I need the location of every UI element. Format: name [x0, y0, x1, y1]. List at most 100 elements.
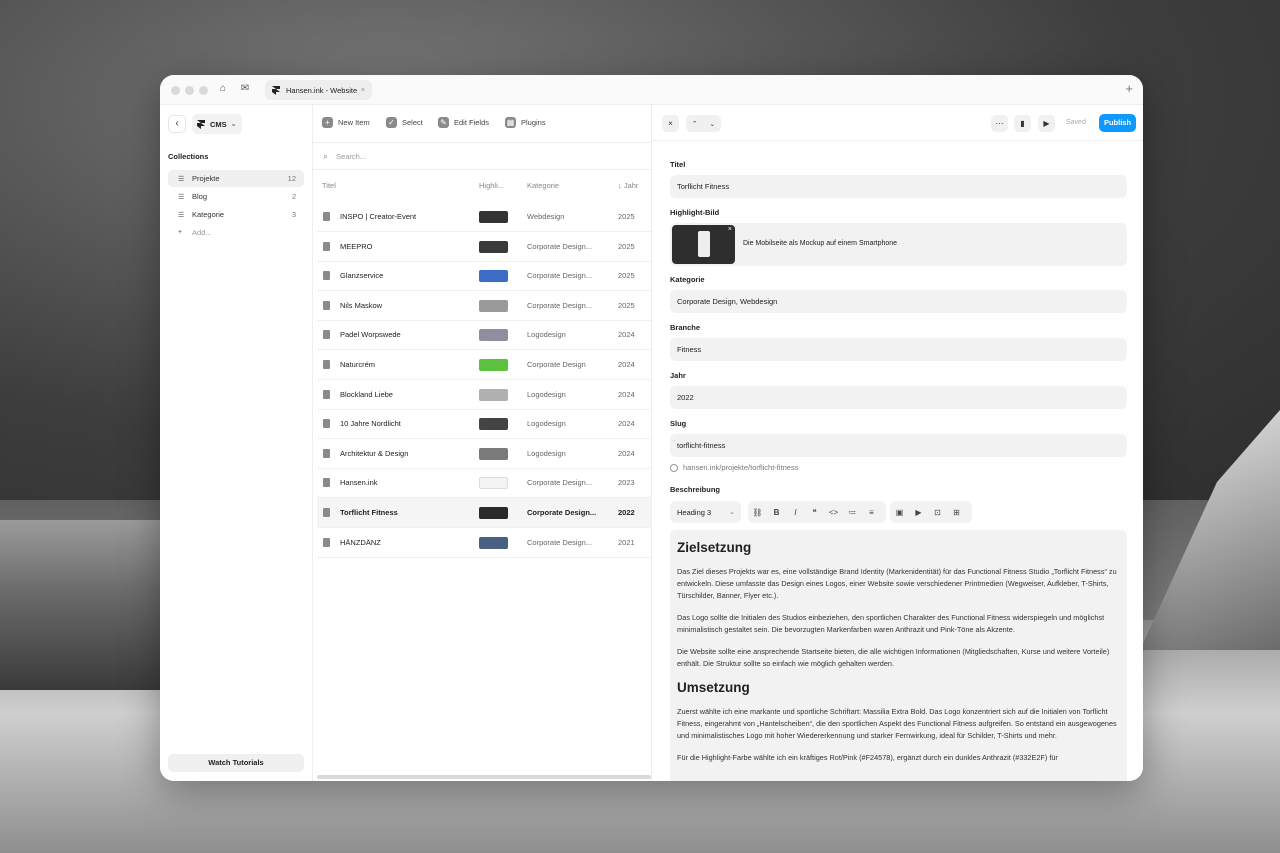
horizontal-scrollbar[interactable] — [317, 775, 651, 779]
remove-image-icon[interactable]: × — [728, 226, 732, 233]
document-icon — [323, 508, 330, 517]
add-collection-button[interactable]: + Add... — [168, 224, 304, 241]
sidebar-item-projekte[interactable]: ☰ Projekte 12 — [168, 170, 304, 187]
publish-button[interactable]: Publish — [1099, 114, 1136, 132]
beschreibung-label: Beschreibung — [670, 485, 721, 494]
sidebar-item-count: 2 — [291, 192, 296, 201]
image-icon[interactable]: ▣ — [890, 508, 909, 517]
slug-label: Slug — [670, 419, 687, 428]
document-icon — [323, 419, 330, 429]
embed-icon[interactable]: ⊡ — [928, 508, 947, 517]
title-bar: ⌂ ✉ Hansen.ink - Website × + — [160, 75, 1143, 105]
highlight-image-field[interactable]: × Die Mobilseite als Mockup auf einem Sm… — [670, 223, 1127, 266]
plugins-button[interactable]: ▦ Plugins — [505, 117, 546, 128]
plus-icon: + — [322, 117, 333, 128]
row-kategorie: Corporate Design... — [527, 241, 593, 251]
table-row[interactable]: Padel Worpswede Logodesign 2024 — [317, 320, 651, 351]
back-button[interactable]: ‹ — [168, 115, 186, 133]
row-year: 2021 — [618, 537, 635, 547]
slug-url[interactable]: hansen.ink/projekte/torflicht-fitness — [670, 463, 798, 472]
jahr-label: Jahr — [670, 371, 686, 380]
minimize-window-dot[interactable] — [185, 86, 194, 95]
row-year: 2024 — [618, 448, 635, 458]
video-icon[interactable]: ▶ — [909, 508, 928, 517]
row-kategorie: Corporate Design... — [527, 300, 593, 310]
item-navigation: ⌃ ⌄ — [686, 115, 721, 132]
table-row[interactable]: HÄNZDÄNZ Corporate Design... 2021 — [317, 528, 651, 558]
text-format-dropdown[interactable]: Heading 3 ⌄ — [670, 501, 741, 523]
content-heading-zielsetzung: Zielsetzung — [677, 540, 752, 555]
bold-icon[interactable]: B — [767, 508, 786, 517]
select-button[interactable]: ✓ Select — [386, 117, 423, 128]
column-header-highlight[interactable]: Highli... — [479, 171, 504, 201]
maximize-window-dot[interactable] — [199, 86, 208, 95]
sidebar-item-kategorie[interactable]: ☰ Kategorie 3 — [168, 206, 304, 223]
table-row[interactable]: INSPO | Creator-Event Webdesign 2025 — [317, 202, 651, 232]
search-input[interactable]: ⌕ Search... — [313, 142, 651, 170]
highlight-image-caption: Die Mobilseite als Mockup auf einem Smar… — [743, 240, 898, 247]
quote-icon[interactable]: ❝ — [805, 508, 824, 517]
italic-icon[interactable]: I — [786, 508, 805, 517]
analytics-icon[interactable]: ▮ — [1014, 115, 1031, 132]
row-kategorie: Logodesign — [527, 448, 566, 458]
row-year: 2025 — [618, 300, 635, 310]
document-icon — [323, 360, 330, 369]
new-item-button[interactable]: + New Item — [322, 117, 370, 128]
column-header-kategorie[interactable]: Kategorie — [527, 171, 559, 201]
table-row[interactable]: Blockland Liebe Logodesign 2024 — [317, 380, 651, 410]
table-row[interactable]: MEEPRO Corporate Design... 2025 — [317, 232, 651, 262]
row-year: 2024 — [618, 360, 635, 369]
cms-dropdown[interactable]: CMS ⌄ — [192, 114, 242, 134]
link-icon[interactable]: ⛓ — [748, 508, 767, 517]
jahr-field[interactable]: 2022 — [670, 386, 1127, 409]
document-icon — [323, 330, 330, 340]
sidebar-item-count: 12 — [287, 174, 296, 183]
table-row[interactable]: Hansen.ink Corporate Design... 2023 — [317, 468, 651, 499]
browser-tab[interactable]: Hansen.ink - Website × — [265, 80, 372, 100]
search-icon: ⌕ — [323, 150, 329, 161]
component-icon[interactable]: ⊞ — [947, 508, 966, 517]
watch-tutorials-button[interactable]: Watch Tutorials — [168, 754, 304, 772]
new-tab-button[interactable]: + — [1125, 81, 1133, 96]
table-row[interactable]: Architektur & Design Logodesign 2024 — [317, 439, 651, 469]
rich-text-editor[interactable]: Zielsetzung Das Ziel dieses Projekts war… — [670, 530, 1127, 781]
edit-fields-button[interactable]: ✎ Edit Fields — [438, 117, 489, 128]
row-year: 2023 — [618, 478, 635, 488]
inbox-icon[interactable]: ✉ — [239, 83, 251, 95]
smartphone-mockup-image — [698, 231, 710, 257]
chevron-down-icon[interactable]: ⌄ — [709, 120, 715, 128]
table-row[interactable]: Glanzservice Corporate Design... 2025 — [317, 261, 651, 292]
tab-close-icon[interactable]: × — [361, 87, 365, 94]
list-toolbar: + New Item ✓ Select ✎ Edit Fields ▦ Plug… — [313, 105, 651, 141]
content-paragraph: Für die Highlight-Farbe wählte ich ein k… — [677, 753, 1058, 762]
row-year: 2024 — [618, 330, 635, 340]
table-row[interactable]: Torflicht Fitness Corporate Design... 2022 — [317, 498, 651, 528]
table-row[interactable]: Nils Maskow Corporate Design... 2025 — [317, 291, 651, 321]
plugins-label: Plugins — [521, 118, 546, 127]
kategorie-field[interactable]: Corporate Design, Webdesign — [670, 290, 1127, 313]
numbered-list-icon[interactable]: ≡ — [862, 508, 881, 517]
branche-field[interactable]: Fitness — [670, 338, 1127, 361]
column-header-jahr[interactable]: ↓ Jahr — [618, 171, 638, 201]
column-header-titel[interactable]: Titel — [322, 171, 336, 201]
chevron-up-icon[interactable]: ⌃ — [692, 120, 698, 128]
table-row[interactable]: Naturcrém Corporate Design 2024 — [317, 350, 651, 380]
row-highlight-thumbnail — [479, 359, 508, 371]
close-window-dot[interactable] — [171, 86, 180, 95]
row-year: 2024 — [618, 419, 635, 429]
home-icon[interactable]: ⌂ — [217, 83, 229, 95]
code-icon[interactable]: <> — [824, 508, 843, 517]
cms-label: CMS — [210, 119, 227, 129]
close-editor-button[interactable]: × — [662, 115, 679, 132]
play-preview-icon[interactable]: ▶ — [1038, 115, 1055, 132]
slug-field[interactable]: torflicht-fitness — [670, 434, 1127, 457]
more-options-button[interactable]: ⋯ — [991, 115, 1008, 132]
document-icon — [323, 212, 330, 221]
sidebar-item-blog[interactable]: ☰ Blog 2 — [168, 188, 304, 205]
row-highlight-thumbnail — [479, 477, 508, 490]
row-year: 2025 — [618, 271, 635, 281]
bullet-list-icon[interactable]: ≔ — [843, 508, 862, 517]
kategorie-label: Kategorie — [670, 275, 705, 284]
titel-field[interactable]: Torflicht Fitness — [670, 175, 1127, 198]
table-row[interactable]: 10 Jahre Nordlicht Logodesign 2024 — [317, 409, 651, 440]
